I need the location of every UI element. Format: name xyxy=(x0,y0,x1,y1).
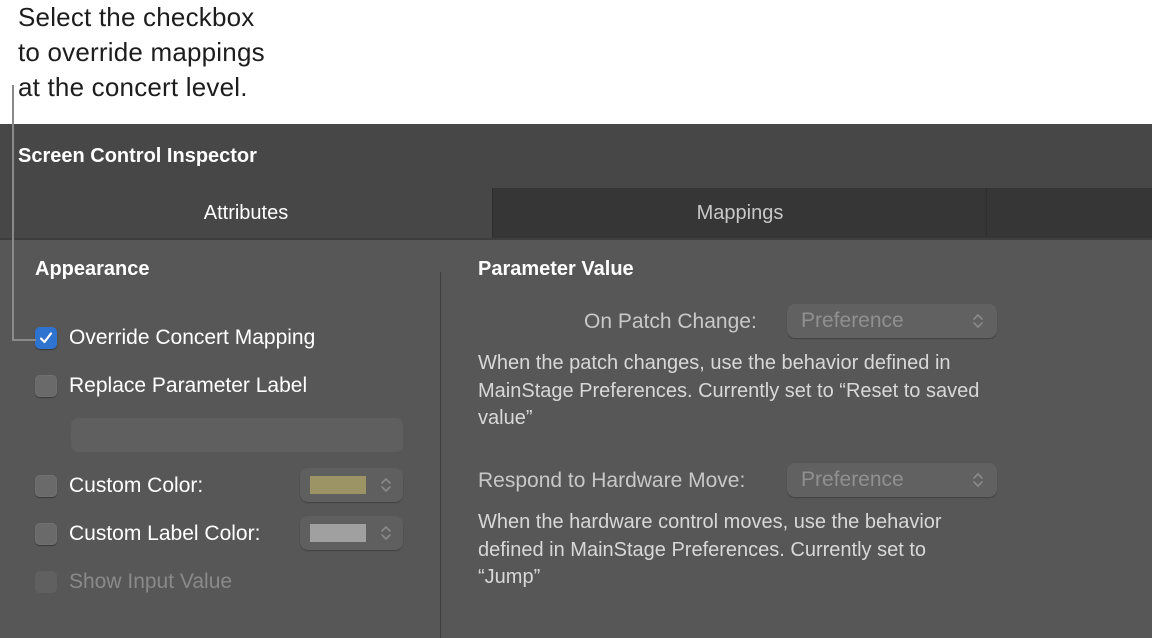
tab-attributes[interactable]: Attributes xyxy=(0,188,492,238)
parameter-value-heading: Parameter Value xyxy=(478,258,634,280)
up-down-chevron-icon xyxy=(381,526,391,540)
appearance-heading: Appearance xyxy=(35,258,150,280)
custom-label-color-well[interactable] xyxy=(300,516,403,550)
callout-annotation: Select the checkbox to override mappings… xyxy=(18,2,265,102)
respond-to-hardware-move-description: When the hardware control moves, use the… xyxy=(478,511,942,588)
custom-label-color-row[interactable]: Custom Label Color: xyxy=(35,522,260,546)
up-down-chevron-icon xyxy=(973,473,983,487)
tab-bar-filler xyxy=(986,188,1152,238)
up-down-chevron-icon xyxy=(973,314,983,328)
callout-leader-line xyxy=(12,85,14,341)
on-patch-change-popup[interactable]: Preference xyxy=(787,304,997,338)
custom-color-label: Custom Color: xyxy=(69,474,204,497)
on-patch-change-value: Preference xyxy=(801,309,904,332)
column-divider xyxy=(440,272,441,638)
show-input-value-row: Show Input Value xyxy=(35,570,232,594)
inspector-header: Screen Control Inspector xyxy=(0,124,1152,188)
override-concert-mapping-checkbox[interactable] xyxy=(35,327,57,349)
respond-to-hardware-move-value: Preference xyxy=(801,468,904,491)
custom-color-well[interactable] xyxy=(300,468,403,502)
on-patch-change-description: When the patch changes, use the behavior… xyxy=(478,352,980,429)
replace-parameter-label-row[interactable]: Replace Parameter Label xyxy=(35,374,307,398)
replace-parameter-label-label: Replace Parameter Label xyxy=(69,374,308,397)
on-patch-change-label: On Patch Change: xyxy=(584,310,757,333)
custom-label-color-label: Custom Label Color: xyxy=(69,522,261,545)
custom-color-swatch xyxy=(310,476,366,494)
respond-to-hardware-move-popup[interactable]: Preference xyxy=(787,463,997,497)
callout-leader-line-horizontal xyxy=(12,339,36,341)
tab-mappings[interactable]: Mappings xyxy=(492,188,987,238)
custom-label-color-swatch xyxy=(310,524,366,542)
custom-label-color-checkbox[interactable] xyxy=(35,523,57,545)
show-input-value-label: Show Input Value xyxy=(69,570,233,593)
custom-color-checkbox[interactable] xyxy=(35,475,57,497)
tab-bar: Attributes Mappings xyxy=(0,188,1152,240)
attributes-pane: Appearance Override Concert Mapping Repl… xyxy=(0,240,1152,638)
override-concert-mapping-label: Override Concert Mapping xyxy=(69,326,316,349)
inspector-title: Screen Control Inspector xyxy=(18,145,257,167)
show-input-value-checkbox xyxy=(35,571,57,593)
custom-color-row[interactable]: Custom Color: xyxy=(35,474,203,498)
parameter-label-field[interactable] xyxy=(71,418,403,452)
up-down-chevron-icon xyxy=(381,478,391,492)
override-concert-mapping-row[interactable]: Override Concert Mapping xyxy=(35,326,315,350)
respond-to-hardware-move-label: Respond to Hardware Move: xyxy=(478,469,746,492)
checkmark-icon xyxy=(39,332,53,344)
screen-control-inspector: Screen Control Inspector Attributes Mapp… xyxy=(0,124,1152,638)
replace-parameter-label-checkbox[interactable] xyxy=(35,375,57,397)
